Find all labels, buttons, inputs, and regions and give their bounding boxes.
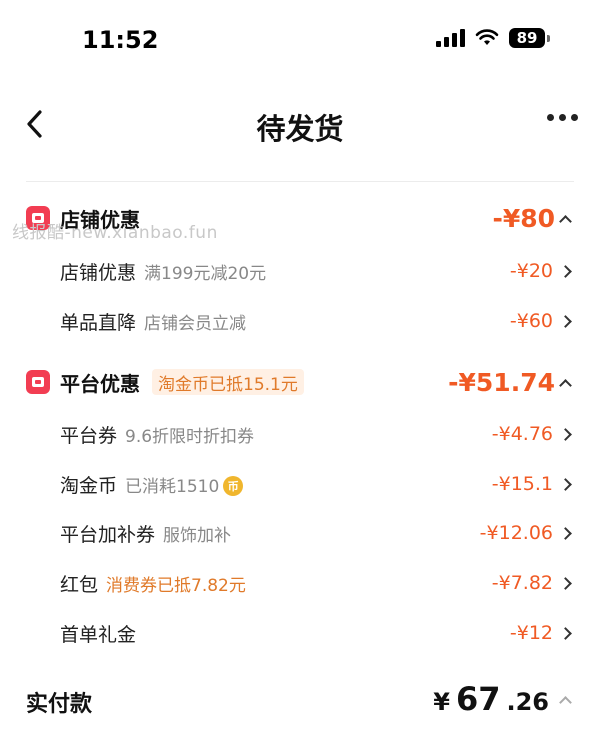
platform-discount-header[interactable]: 平台优惠 淘金币已抵15.1元 -¥51.74 [0, 362, 600, 402]
platform-icon [26, 370, 50, 394]
platform-discount-item[interactable]: 淘金币 已消耗1510 币 -¥15.1 [0, 464, 600, 504]
status-time: 11:52 [82, 26, 159, 54]
row-amount: -¥15.1 [492, 473, 572, 495]
coin-deduction-tag: 淘金币已抵15.1元 [152, 369, 304, 395]
chevron-up-icon [559, 378, 572, 392]
platform-discount-item[interactable]: 首单礼金 -¥12 [0, 613, 600, 653]
row-amount: -¥20 [510, 260, 572, 282]
chevron-right-icon [559, 427, 572, 441]
platform-discount-item[interactable]: 红包 消费券已抵7.82元 -¥7.82 [0, 563, 600, 603]
status-icons: 89 [436, 28, 550, 48]
watermark: 线报酷-new.xianbao.fun [12, 223, 218, 243]
nav-bar: 待发货 [0, 92, 600, 156]
page-title: 待发货 [256, 112, 344, 146]
total-amount: ¥67.26 [433, 680, 572, 718]
chevron-right-icon [559, 314, 572, 328]
chevron-up-icon [559, 695, 572, 709]
battery-icon: 89 [509, 28, 550, 48]
chevron-right-icon [559, 576, 572, 590]
row-amount: -¥12 [510, 622, 572, 644]
row-label: 首单礼金 [60, 623, 137, 646]
signal-icon [436, 29, 465, 47]
store-discount-total-value: -¥80 [492, 203, 555, 233]
platform-discount-total-value: -¥51.74 [448, 367, 555, 397]
platform-discount-item[interactable]: 平台券 9.6折限时折扣券 -¥4.76 [0, 414, 600, 454]
wifi-icon [475, 29, 499, 47]
row-desc: 已消耗1510 [125, 476, 220, 497]
total-decimal: .26 [506, 688, 549, 716]
chevron-up-icon [559, 214, 572, 228]
total-currency: ¥ [433, 688, 450, 716]
status-bar: 11:52 89 [0, 0, 600, 80]
store-discount-total: -¥80 [492, 203, 572, 233]
platform-discount-item[interactable]: 平台加补券 服饰加补 -¥12.06 [0, 513, 600, 553]
battery-level: 89 [509, 28, 545, 48]
row-desc: 满199元减20元 [144, 263, 267, 284]
row-amount: -¥12.06 [480, 522, 572, 544]
store-discount-item[interactable]: 店铺优惠 满199元减20元 -¥20 [0, 251, 600, 291]
row-amount: -¥60 [510, 310, 572, 332]
divider [26, 181, 574, 182]
row-label: 店铺优惠 满199元减20元 [60, 261, 267, 284]
total-row[interactable]: 实付款 ¥67.26 [0, 680, 600, 724]
more-button[interactable] [547, 114, 578, 121]
row-label: 平台加补券 服饰加补 [60, 523, 232, 546]
row-amount: -¥7.82 [492, 572, 572, 594]
row-desc: 店铺会员立减 [144, 313, 247, 334]
chevron-right-icon [559, 626, 572, 640]
more-dots-icon [547, 114, 554, 121]
coin-icon: 币 [223, 476, 244, 496]
store-discount-item[interactable]: 单品直降 店铺会员立减 -¥60 [0, 301, 600, 341]
row-amount: -¥4.76 [492, 423, 572, 445]
chevron-right-icon [559, 477, 572, 491]
chevron-right-icon [559, 264, 572, 278]
platform-discount-total: -¥51.74 [448, 367, 572, 397]
platform-discount-title: 平台优惠 [60, 371, 140, 396]
chevron-right-icon [559, 526, 572, 540]
row-label: 红包 消费券已抵7.82元 [60, 573, 246, 596]
row-label: 平台券 9.6折限时折扣券 [60, 424, 255, 447]
row-desc: 服饰加补 [163, 525, 232, 546]
row-desc: 9.6折限时折扣券 [125, 426, 255, 447]
row-label: 淘金币 已消耗1510 币 [60, 471, 244, 498]
row-desc: 消费券已抵7.82元 [106, 575, 246, 596]
total-integer: 67 [455, 680, 501, 718]
row-label: 单品直降 店铺会员立减 [60, 311, 247, 334]
total-label: 实付款 [26, 692, 93, 717]
